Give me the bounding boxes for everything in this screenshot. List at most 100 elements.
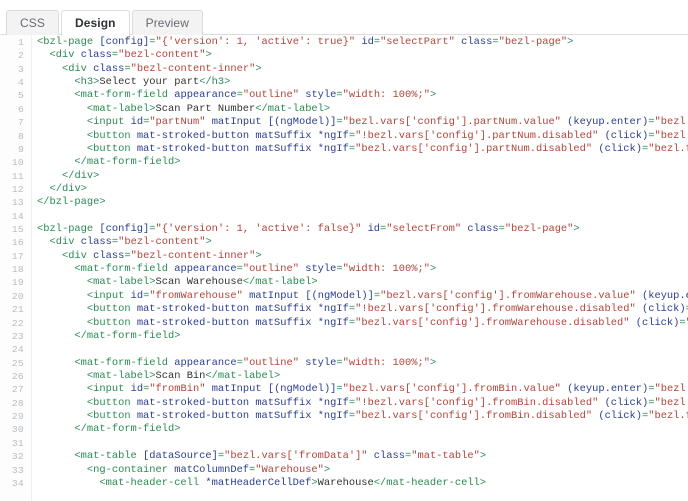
code-line[interactable]: </mat-form-field> bbox=[33, 423, 688, 436]
code-token-tag: input bbox=[93, 383, 125, 396]
code-line[interactable] bbox=[33, 437, 688, 450]
code-token-str: "bezl.function bbox=[648, 142, 688, 155]
code-token-attr: (keyup.enter) bbox=[567, 116, 649, 129]
code-token-str: "bezl.functio bbox=[654, 129, 688, 142]
code-token-punc: > bbox=[274, 369, 281, 382]
line-number: 3 bbox=[17, 63, 24, 75]
code-line[interactable] bbox=[33, 210, 688, 223]
code-token-tag: mat-label bbox=[93, 102, 150, 115]
code-line[interactable]: <bzl-page [config]="{'version': 1, 'acti… bbox=[33, 36, 688, 49]
code-token-str: "outline" bbox=[242, 356, 299, 369]
code-line[interactable]: <input id="fromBin" matInput [(ngModel)]… bbox=[33, 383, 688, 396]
code-token-tag: bzl-page bbox=[43, 36, 94, 48]
code-line[interactable]: <bzl-page [config]="{'version': 1, 'acti… bbox=[33, 223, 688, 236]
line-number: 29 bbox=[11, 411, 24, 423]
code-line[interactable]: </mat-form-field> bbox=[33, 156, 688, 169]
tab-design[interactable]: Design bbox=[60, 10, 130, 36]
code-token-tag: mat-form-field bbox=[86, 329, 175, 342]
code-line[interactable]: <mat-table [dataSource]="bezl.vars['from… bbox=[33, 450, 688, 463]
code-line[interactable]: <input id="partNum" matInput [(ngModel)]… bbox=[33, 116, 688, 129]
code-line[interactable]: <mat-label>Scan Bin</mat-label> bbox=[33, 370, 688, 383]
code-line[interactable]: <button mat-stroked-button matSuffix *ng… bbox=[33, 317, 688, 330]
line-number: 18 bbox=[11, 264, 24, 276]
code-token-attr: (click) bbox=[598, 142, 642, 155]
code-token-str: "bezl.vars['config'].fromBin.disabled" bbox=[355, 410, 593, 423]
code-line[interactable] bbox=[33, 343, 688, 356]
code-token-attr: matSuffix bbox=[255, 396, 312, 409]
code-line[interactable]: </mat-form-field> bbox=[33, 330, 688, 343]
code-line[interactable]: <button mat-stroked-button matSuffix *ng… bbox=[33, 397, 688, 410]
code-token-attr: class bbox=[80, 49, 112, 62]
code-token-attr: class bbox=[93, 62, 125, 75]
code-line[interactable]: <div class="bezl-content-inner"> bbox=[33, 63, 688, 76]
code-token-tag: input bbox=[93, 289, 125, 302]
code-line[interactable]: <button mat-stroked-button matSuffix *ng… bbox=[33, 410, 688, 423]
code-line[interactable]: <button mat-stroked-button matSuffix *ng… bbox=[33, 143, 688, 156]
line-number: 7 bbox=[17, 117, 24, 129]
code-line[interactable]: <button mat-stroked-button matSuffix *ng… bbox=[33, 130, 688, 143]
code-token-str: "width: 100%;" bbox=[342, 89, 430, 102]
line-number: 28 bbox=[11, 397, 24, 409]
code-token-str: "fromWarehouse" bbox=[149, 289, 243, 302]
code-token-punc: > bbox=[573, 223, 580, 236]
code-token-tag: mat-label bbox=[217, 369, 275, 382]
code-line[interactable]: <mat-form-field appearance="outline" sty… bbox=[33, 89, 688, 102]
code-token-str: "!bezl.vars['config'].partNum.disabled" bbox=[355, 129, 599, 142]
line-number: 12 bbox=[11, 183, 24, 195]
code-token-attr: class bbox=[461, 36, 493, 48]
code-content[interactable]: <bzl-page [config]="{'version': 1, 'acti… bbox=[33, 35, 688, 501]
code-token-tag: ng-container bbox=[93, 463, 168, 476]
code-line[interactable]: <div class="bezl-content"> bbox=[33, 236, 688, 249]
code-token-attr: appearance bbox=[174, 263, 237, 276]
code-line[interactable]: </div> bbox=[33, 170, 688, 183]
code-token-str: "bezl-content-inner" bbox=[130, 249, 256, 262]
code-line[interactable]: </bzl-page> bbox=[33, 196, 688, 209]
code-token-tag: mat-table bbox=[80, 450, 137, 463]
code-token-attr: id bbox=[130, 289, 144, 302]
code-token-txt: Warehouse bbox=[317, 476, 374, 489]
code-line[interactable]: <ng-container matColumnDef="Warehouse"> bbox=[33, 464, 688, 477]
code-token-attr: class bbox=[93, 249, 125, 262]
code-token-attr: id bbox=[367, 223, 381, 236]
line-number: 16 bbox=[11, 237, 24, 249]
code-token-punc: > bbox=[174, 423, 181, 436]
code-token-punc: > bbox=[224, 76, 231, 89]
code-token-tag: mat-form-field bbox=[80, 263, 168, 276]
code-line[interactable]: </div> bbox=[33, 183, 688, 196]
line-number: 8 bbox=[17, 130, 24, 142]
code-line[interactable]: <button mat-stroked-button matSuffix *ng… bbox=[33, 303, 688, 316]
code-line[interactable]: <div class="bezl-content-inner"> bbox=[33, 250, 688, 263]
line-number: 10 bbox=[11, 157, 24, 169]
code-token-str: "bezl.functio bbox=[654, 116, 688, 129]
code-token-tag: button bbox=[93, 410, 131, 423]
code-editor[interactable]: 1 2 3 4 5 6 7 8 9 10 11 12 13 14 15 16 17 18 19 20 21 22 23 24 2… bbox=[0, 35, 688, 501]
code-token-attr: matSuffix bbox=[255, 410, 312, 423]
code-token-tag: h3 bbox=[211, 76, 225, 89]
code-token-attr: appearance bbox=[174, 356, 237, 369]
code-line[interactable]: <mat-form-field appearance="outline" sty… bbox=[33, 263, 688, 276]
code-token-punc: > bbox=[479, 476, 487, 489]
code-line[interactable]: <h3>Select your part</h3> bbox=[33, 76, 688, 89]
code-line[interactable]: <mat-label>Scan Part Number</mat-label> bbox=[33, 103, 688, 116]
tab-preview[interactable]: Preview bbox=[131, 10, 203, 35]
code-line[interactable]: <input id="fromWarehouse" matInput [(ngM… bbox=[33, 290, 688, 303]
code-line[interactable]: <mat-header-cell *matHeaderCellDef>Wareh… bbox=[33, 477, 688, 490]
line-number: 24 bbox=[11, 344, 24, 356]
code-token-attr: matSuffix bbox=[255, 129, 312, 142]
code-line[interactable]: <div class="bezl-content"> bbox=[33, 49, 688, 62]
code-line[interactable]: <mat-label>Scan Warehouse</mat-label> bbox=[33, 276, 688, 289]
tab-css[interactable]: CSS bbox=[6, 10, 59, 35]
line-number: 25 bbox=[11, 357, 24, 369]
code-line[interactable]: <mat-form-field appearance="outline" sty… bbox=[33, 357, 688, 370]
code-token-tag: button bbox=[93, 303, 131, 316]
code-token-str: "width: 100%;" bbox=[342, 356, 430, 369]
